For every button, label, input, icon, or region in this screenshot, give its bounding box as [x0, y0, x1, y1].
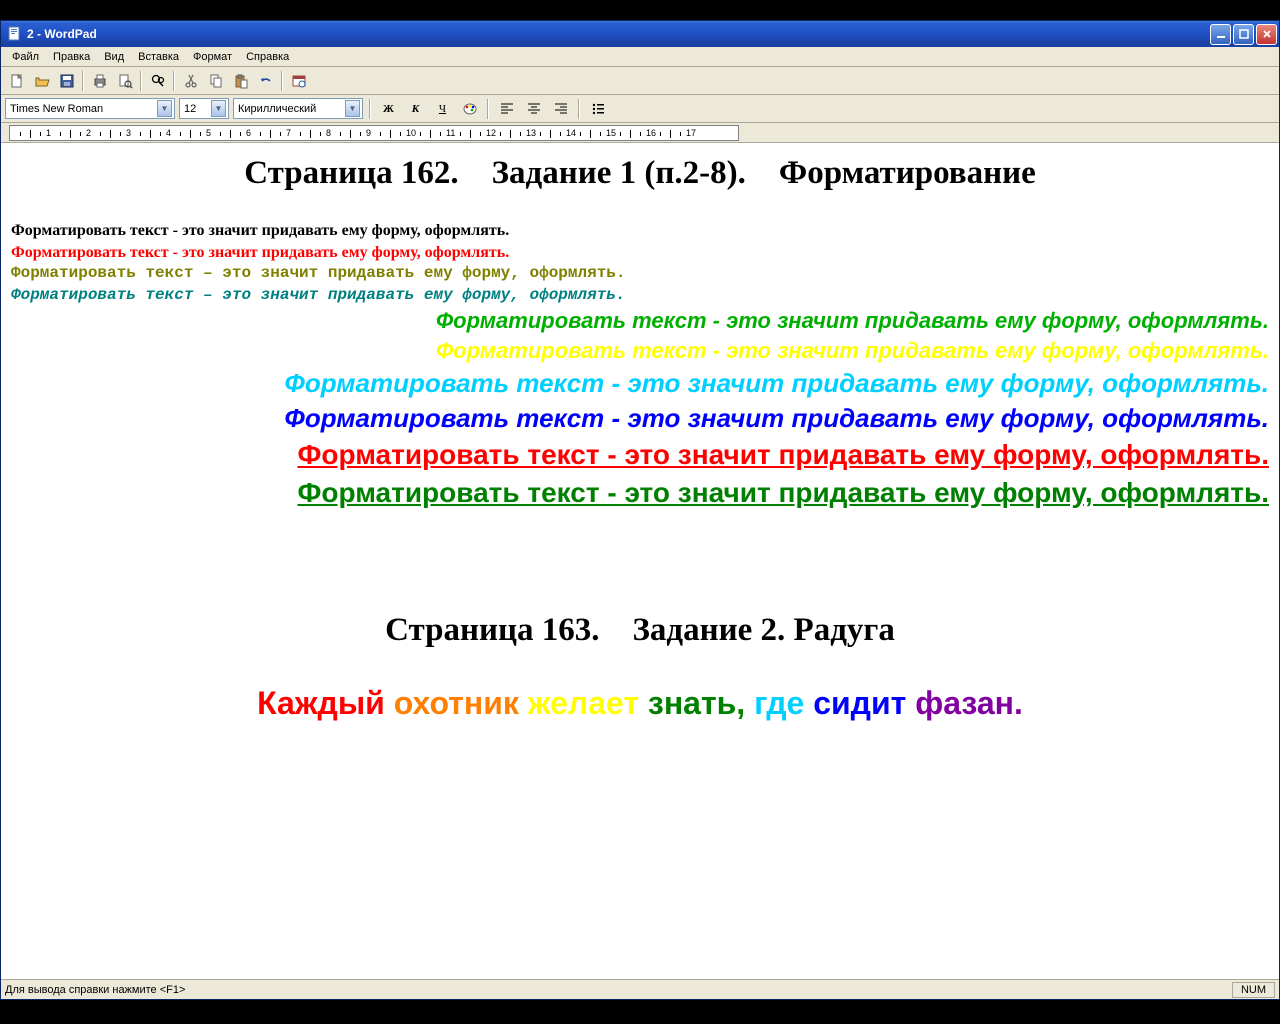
menu-file[interactable]: Файл — [5, 49, 46, 65]
format-toolbar: Times New Roman▼ 12▼ Кириллический▼ Ж К … — [1, 95, 1279, 123]
paste-button[interactable] — [229, 70, 252, 92]
window-title: 2 - WordPad — [27, 27, 1210, 41]
print-preview-button[interactable] — [113, 70, 136, 92]
undo-button[interactable] — [254, 70, 277, 92]
print-button[interactable] — [88, 70, 111, 92]
titlebar: 2 - WordPad — [1, 21, 1279, 47]
rainbow-word-5: где — [754, 685, 804, 721]
toolbar-separator — [140, 71, 142, 91]
rainbow-word-1: Каждый — [257, 685, 385, 721]
datetime-button[interactable] — [287, 70, 310, 92]
rainbow-word-6: сидит — [813, 685, 906, 721]
minimize-button[interactable] — [1210, 24, 1231, 45]
underline-button[interactable]: Ч — [431, 98, 454, 120]
status-num: NUM — [1232, 982, 1275, 998]
rainbow-word-3: желает — [528, 685, 639, 721]
size-combo[interactable]: 12 ▼ — [179, 98, 229, 119]
toolbar-separator — [281, 71, 283, 91]
cut-button[interactable] — [179, 70, 202, 92]
find-button[interactable] — [146, 70, 169, 92]
color-button[interactable] — [458, 98, 481, 120]
font-value: Times New Roman — [10, 103, 103, 115]
text-line-7: Форматировать текст - это значит придава… — [11, 366, 1269, 401]
bold-button[interactable]: Ж — [377, 98, 400, 120]
open-button[interactable] — [30, 70, 53, 92]
ruler-scale: 1234567891011121314151617 — [9, 125, 739, 141]
bullets-button[interactable] — [586, 98, 609, 120]
text-line-4: Форматировать текст – это значит придава… — [11, 285, 1269, 307]
toolbar-separator — [487, 99, 489, 119]
toolbar-separator — [173, 71, 175, 91]
text-line-3: Форматировать текст – это значит придава… — [11, 263, 1269, 285]
heading-1: Страница 162. Задание 1 (п.2-8). Формати… — [11, 155, 1269, 192]
wordpad-window: 2 - WordPad Файл Правка Вид Вставка Форм… — [0, 20, 1280, 1000]
heading-2: Страница 163. Задание 2. Радуга — [11, 612, 1269, 649]
menu-view[interactable]: Вид — [97, 49, 131, 65]
text-line-6: Форматировать текст - это значит придава… — [11, 336, 1269, 366]
text-line-1: Форматировать текст - это значит придава… — [11, 220, 1269, 242]
text-line-2: Форматировать текст - это значит придава… — [11, 242, 1269, 264]
text-line-5: Форматировать текст - это значит придава… — [11, 306, 1269, 336]
menu-edit[interactable]: Правка — [46, 49, 97, 65]
text-line-9: Форматировать текст - это значит придава… — [11, 436, 1269, 474]
status-help-text: Для вывода справки нажмите <F1> — [5, 984, 1230, 996]
rainbow-word-2: охотник — [394, 685, 519, 721]
close-button[interactable] — [1256, 24, 1277, 45]
toolbar-separator — [369, 99, 371, 119]
ruler[interactable]: 1234567891011121314151617 — [1, 123, 1279, 143]
chevron-down-icon: ▼ — [157, 100, 172, 117]
chevron-down-icon: ▼ — [211, 100, 226, 117]
italic-button[interactable]: К — [404, 98, 427, 120]
toolbar-separator — [82, 71, 84, 91]
standard-toolbar — [1, 67, 1279, 95]
window-buttons — [1210, 24, 1277, 45]
menubar: Файл Правка Вид Вставка Формат Справка — [1, 47, 1279, 67]
save-button[interactable] — [55, 70, 78, 92]
size-value: 12 — [184, 103, 196, 115]
menu-format[interactable]: Формат — [186, 49, 239, 65]
script-combo[interactable]: Кириллический ▼ — [233, 98, 363, 119]
menu-insert[interactable]: Вставка — [131, 49, 186, 65]
new-button[interactable] — [5, 70, 28, 92]
copy-button[interactable] — [204, 70, 227, 92]
chevron-down-icon: ▼ — [345, 100, 360, 117]
align-left-button[interactable] — [495, 98, 518, 120]
toolbar-separator — [578, 99, 580, 119]
text-line-8: Форматировать текст - это значит придава… — [11, 401, 1269, 436]
document-area[interactable]: Страница 162. Задание 1 (п.2-8). Формати… — [1, 143, 1279, 979]
rainbow-word-7: фазан. — [915, 685, 1023, 721]
rainbow-sentence: Каждый охотник желает знать, где сидит ф… — [11, 685, 1269, 722]
text-line-10: Форматировать текст - это значит придава… — [11, 474, 1269, 512]
statusbar: Для вывода справки нажмите <F1> NUM — [1, 979, 1279, 999]
maximize-button[interactable] — [1233, 24, 1254, 45]
menu-help[interactable]: Справка — [239, 49, 296, 65]
script-value: Кириллический — [238, 103, 316, 115]
wordpad-icon — [7, 26, 23, 42]
align-center-button[interactable] — [522, 98, 545, 120]
align-right-button[interactable] — [549, 98, 572, 120]
font-combo[interactable]: Times New Roman ▼ — [5, 98, 175, 119]
rainbow-word-4: знать, — [648, 685, 745, 721]
